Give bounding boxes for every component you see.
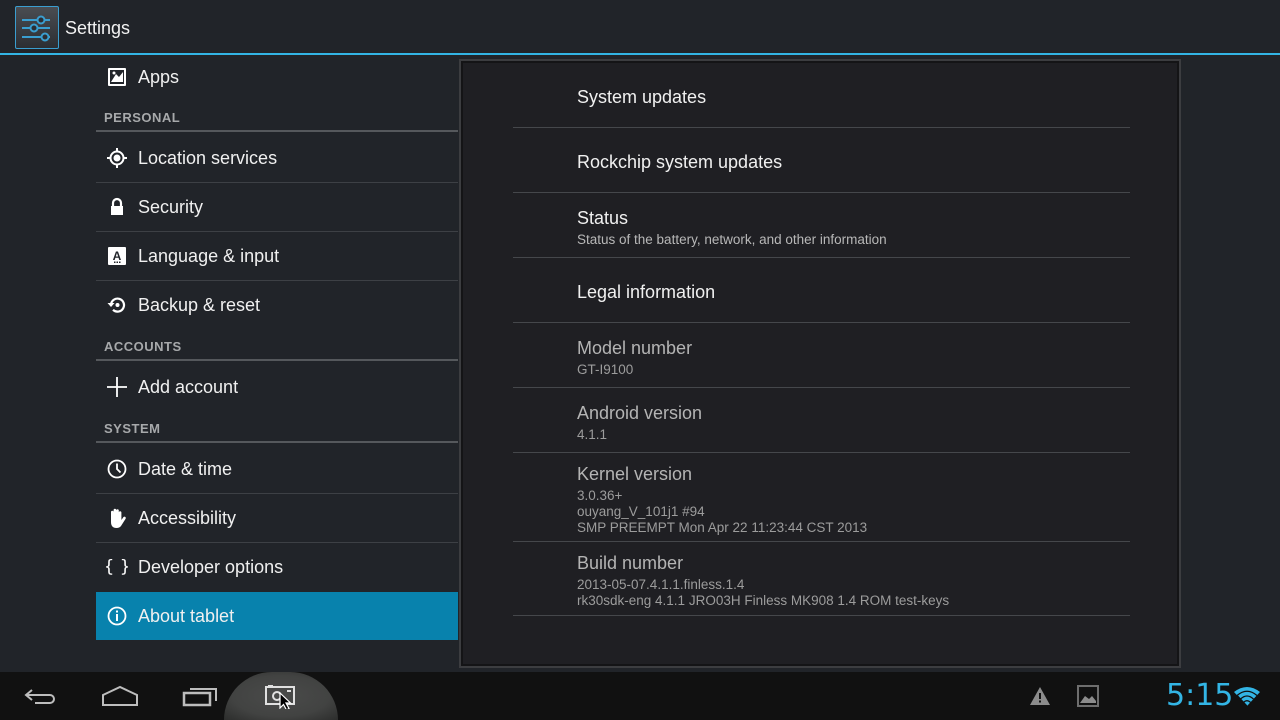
section-header-accounts: ACCOUNTS	[104, 339, 182, 354]
pref-legal-information[interactable]: Legal information	[513, 258, 1130, 323]
settings-sliders-icon[interactable]	[15, 6, 59, 49]
section-divider	[96, 130, 458, 132]
pref-android-version[interactable]: Android version 4.1.1	[513, 388, 1130, 453]
about-tablet-panel: System updates Rockchip system updates S…	[459, 59, 1181, 668]
pref-title: Model number	[577, 338, 693, 358]
sidebar-item-label: Apps	[138, 66, 180, 87]
sidebar-item-label: Language & input	[138, 245, 280, 266]
sidebar-item-label: Add account	[138, 376, 239, 397]
apps-icon	[96, 66, 138, 88]
pref-summary: 4.1.1	[577, 427, 608, 442]
pref-title: Legal information	[577, 282, 716, 302]
svg-text:A: A	[113, 249, 122, 263]
braces-icon: { }	[96, 556, 138, 578]
pref-summary: GT-I9100	[577, 362, 634, 377]
warning-icon[interactable]	[1028, 684, 1052, 708]
sidebar-item-accessibility[interactable]: Accessibility	[96, 494, 458, 542]
pref-title: Rockchip system updates	[577, 152, 783, 172]
sidebar-item-location-services[interactable]: Location services	[96, 134, 458, 182]
sidebar-item-label: Security	[138, 196, 204, 217]
section-divider	[96, 359, 458, 361]
sidebar-item-label: Location services	[138, 147, 278, 168]
pref-summary-line: 2013-05-07.4.1.1.finless.1.4	[577, 577, 745, 592]
language-icon: A	[96, 245, 138, 267]
sidebar-item-add-account[interactable]: Add account	[96, 363, 458, 411]
sidebar-item-about-tablet[interactable]: About tablet	[96, 592, 458, 640]
sidebar-item-label: About tablet	[138, 605, 235, 626]
svg-text:{ }: { }	[106, 557, 128, 577]
section-header-personal: PERSONAL	[104, 110, 181, 125]
pref-title: Status	[577, 208, 629, 228]
section-header-system: SYSTEM	[104, 421, 161, 436]
lock-icon	[96, 196, 138, 218]
home-icon	[100, 681, 140, 714]
app-title: Settings	[65, 18, 131, 38]
system-navigation-bar: 5:15	[0, 672, 1280, 720]
divider	[513, 615, 1130, 616]
backup-icon	[96, 294, 138, 316]
action-bar: Settings	[0, 0, 1280, 55]
plus-icon	[96, 376, 138, 398]
pref-summary-line: 3.0.36+	[577, 488, 623, 503]
wifi-icon[interactable]	[1233, 684, 1261, 708]
pref-title: Kernel version	[577, 464, 693, 484]
sidebar-item-label: Backup & reset	[138, 294, 261, 315]
pref-kernel-version: Kernel version 3.0.36+ ouyang_V_101j1 #9…	[513, 453, 1130, 542]
pref-title: System updates	[577, 87, 707, 107]
sidebar-item-apps[interactable]: Apps	[96, 53, 458, 101]
hand-icon	[96, 507, 138, 529]
pref-title: Build number	[577, 553, 684, 573]
sidebar-item-label: Developer options	[138, 556, 284, 577]
pref-summary: Status of the battery, network, and othe…	[577, 232, 887, 247]
clock-icon	[96, 458, 138, 480]
pref-title: Android version	[577, 403, 703, 423]
section-divider	[96, 441, 458, 443]
home-button[interactable]	[90, 680, 150, 714]
pref-model-number: Model number GT-I9100	[513, 323, 1130, 388]
pref-status[interactable]: Status Status of the battery, network, a…	[513, 193, 1130, 258]
settings-header-list: Apps PERSONAL Location services Security…	[96, 55, 458, 672]
pref-summary-line: rk30sdk-eng 4.1.1 JRO03H Finless MK908 1…	[577, 593, 950, 608]
back-button[interactable]	[10, 680, 70, 714]
sidebar-item-language-input[interactable]: A Language & input	[96, 232, 458, 280]
back-icon	[20, 681, 60, 714]
info-icon	[96, 605, 138, 627]
sidebar-item-date-time[interactable]: Date & time	[96, 445, 458, 493]
pref-system-updates[interactable]: System updates	[513, 61, 1130, 128]
sidebar-item-developer-options[interactable]: { } Developer options	[96, 543, 458, 591]
sidebar-item-backup-reset[interactable]: Backup & reset	[96, 281, 458, 329]
clock[interactable]: 5:15	[1166, 678, 1233, 713]
pref-summary-line: SMP PREEMPT Mon Apr 22 11:23:44 CST 2013	[577, 520, 868, 535]
pref-summary-line: ouyang_V_101j1 #94	[577, 504, 705, 519]
pref-rockchip-system-updates[interactable]: Rockchip system updates	[513, 128, 1130, 193]
android-settings-screen: Settings Apps PERSONAL Location services…	[0, 0, 1280, 720]
sidebar-item-security[interactable]: Security	[96, 183, 458, 231]
recent-apps-button[interactable]	[170, 680, 230, 714]
screenshot-icon	[260, 681, 300, 714]
recent-apps-icon	[180, 681, 220, 714]
sidebar-item-label: Accessibility	[138, 507, 237, 528]
image-icon[interactable]	[1076, 684, 1100, 708]
pref-build-number[interactable]: Build number 2013-05-07.4.1.1.finless.1.…	[513, 542, 1130, 616]
screenshot-button[interactable]	[250, 680, 310, 714]
location-icon	[96, 147, 138, 169]
sidebar-item-label: Date & time	[138, 458, 233, 479]
